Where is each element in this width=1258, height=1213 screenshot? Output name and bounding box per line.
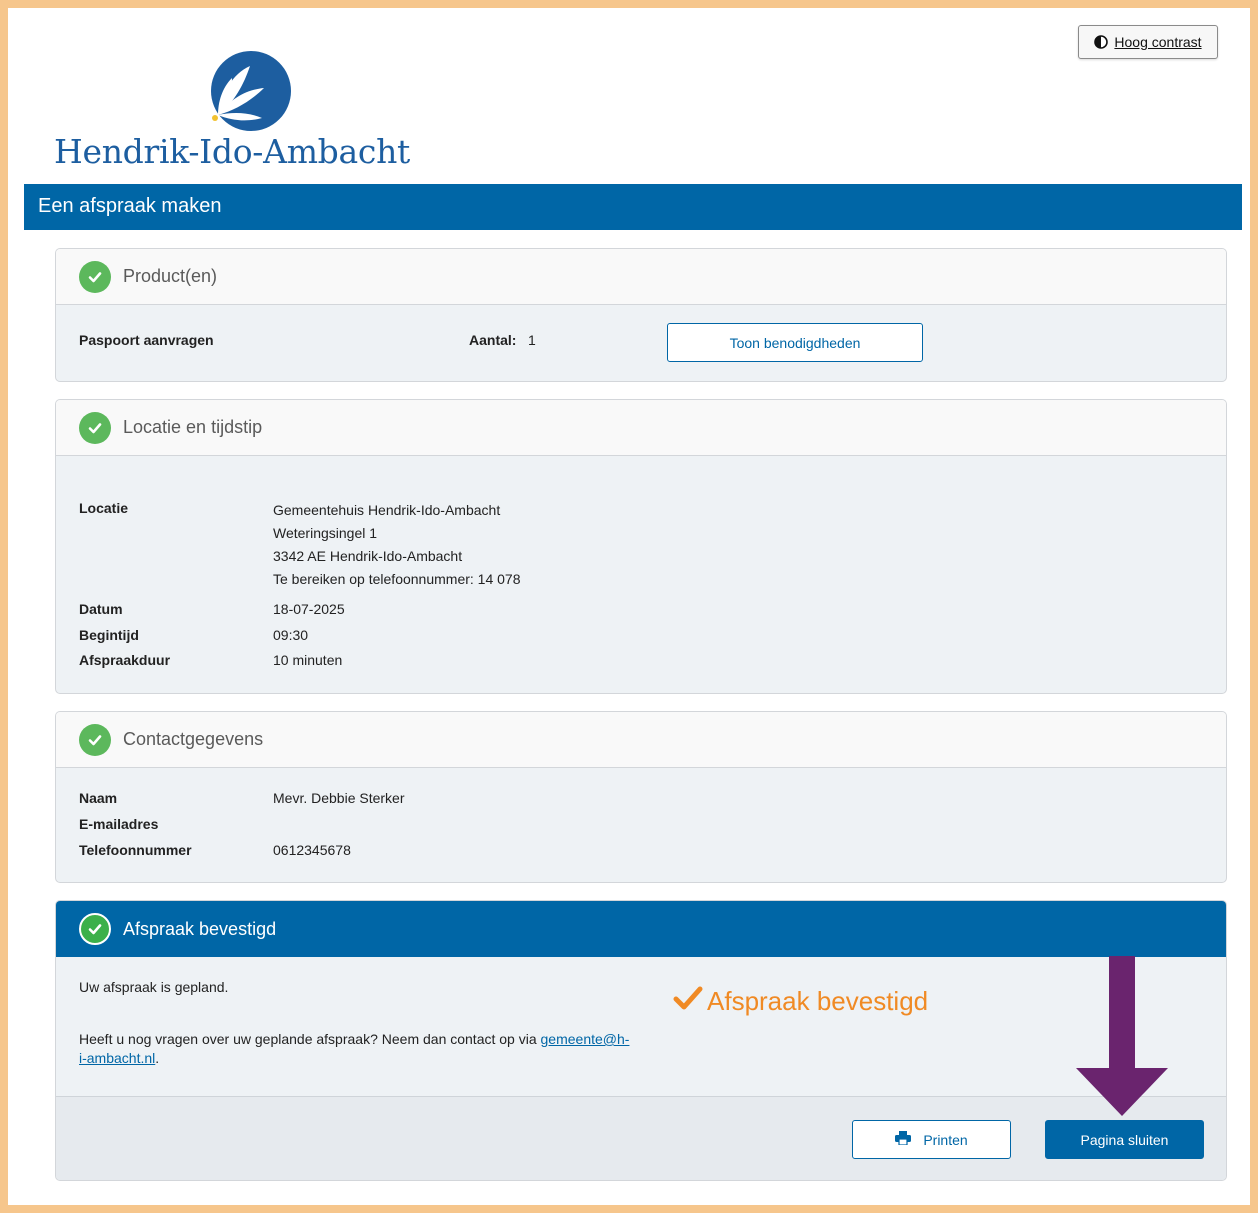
municipality-logo-icon [52,48,302,143]
confirmation-footer: Printen Pagina sluiten [56,1096,1226,1180]
printer-icon [895,1131,912,1148]
print-button-label: Printen [923,1131,968,1148]
phone-value: 0612345678 [273,842,351,858]
location-panel-header: Locatie en tijdstip [56,400,1226,456]
confirmation-heading: Afspraak bevestigd [123,918,277,939]
email-link-part1: gemeente@h- [540,1031,630,1047]
location-heading: Locatie en tijdstip [123,417,263,437]
page-frame: Hoog contrast Hendrik-Ido-Ambacht Een af… [8,8,1250,1205]
contact-heading: Contactgegevens [123,729,264,749]
quantity-label: Aantal: [469,332,517,348]
confirmation-panel-header: Afspraak bevestigd [56,901,1226,957]
planned-text: Uw afspraak is gepland. [79,979,229,995]
check-circle-icon [79,411,111,444]
email-link-part2: i-ambacht.nl [79,1050,156,1066]
quantity-value: 1 [528,332,536,348]
products-panel: Product(en) Paspoort aanvragen Aantal: 1… [55,248,1227,382]
questions-text-body: Heeft u nog vragen over uw geplande afsp… [79,1031,541,1047]
contact-panel: Contactgegevens Naam Mevr. Debbie Sterke… [55,711,1227,883]
show-requirements-button[interactable]: Toon benodigdheden [667,323,923,362]
close-page-button[interactable]: Pagina sluiten [1045,1120,1204,1159]
date-label: Datum [79,601,123,617]
product-name: Paspoort aanvragen [79,332,214,348]
email-label: E-mailadres [79,816,159,832]
date-value: 18-07-2025 [273,601,345,617]
check-circle-icon [79,723,111,756]
page-title: Een afspraak maken [24,184,1242,230]
check-circle-icon [79,260,111,293]
location-panel: Locatie en tijdstip Locatie Gemeentehuis… [55,399,1227,694]
check-circle-icon [79,913,111,945]
name-label: Naam [79,790,118,806]
products-heading: Product(en) [123,266,218,286]
print-button[interactable]: Printen [852,1120,1011,1159]
products-panel-header: Product(en) [56,249,1226,305]
confirmation-panel: Afspraak bevestigd Uw afspraak is geplan… [55,900,1227,1181]
duration-value: 10 minuten [273,652,343,668]
questions-text-end: . [155,1050,160,1066]
checkmark-icon [673,985,703,1018]
location-label: Locatie [79,500,129,516]
start-time-label: Begintijd [79,627,139,643]
phone-label: Telefoonnummer [79,842,192,858]
questions-text: Heeft u nog vragen over uw geplande afsp… [79,1030,639,1068]
purple-arrow-annotation [1076,956,1168,1121]
name-value: Mevr. Debbie Sterker [273,790,405,806]
start-time-value: 09:30 [273,627,309,643]
high-contrast-label: Hoog contrast [1114,34,1202,50]
location-line: Gemeentehuis Hendrik-Ido-Ambacht [273,502,501,518]
confirmation-stamp: Afspraak bevestigd [673,985,928,1018]
confirmation-stamp-text: Afspraak bevestigd [707,986,929,1016]
duration-label: Afspraakduur [79,652,171,668]
logo-wordmark: Hendrik-Ido-Ambacht [54,132,410,171]
location-line: Weteringsingel 1 [273,525,378,541]
location-line: Te bereiken op telefoonnummer: 14 078 [273,571,521,587]
location-line: 3342 AE Hendrik-Ido-Ambacht [273,548,463,564]
contrast-icon [1094,35,1109,49]
high-contrast-button[interactable]: Hoog contrast [1078,25,1218,59]
contact-panel-header: Contactgegevens [56,712,1226,768]
